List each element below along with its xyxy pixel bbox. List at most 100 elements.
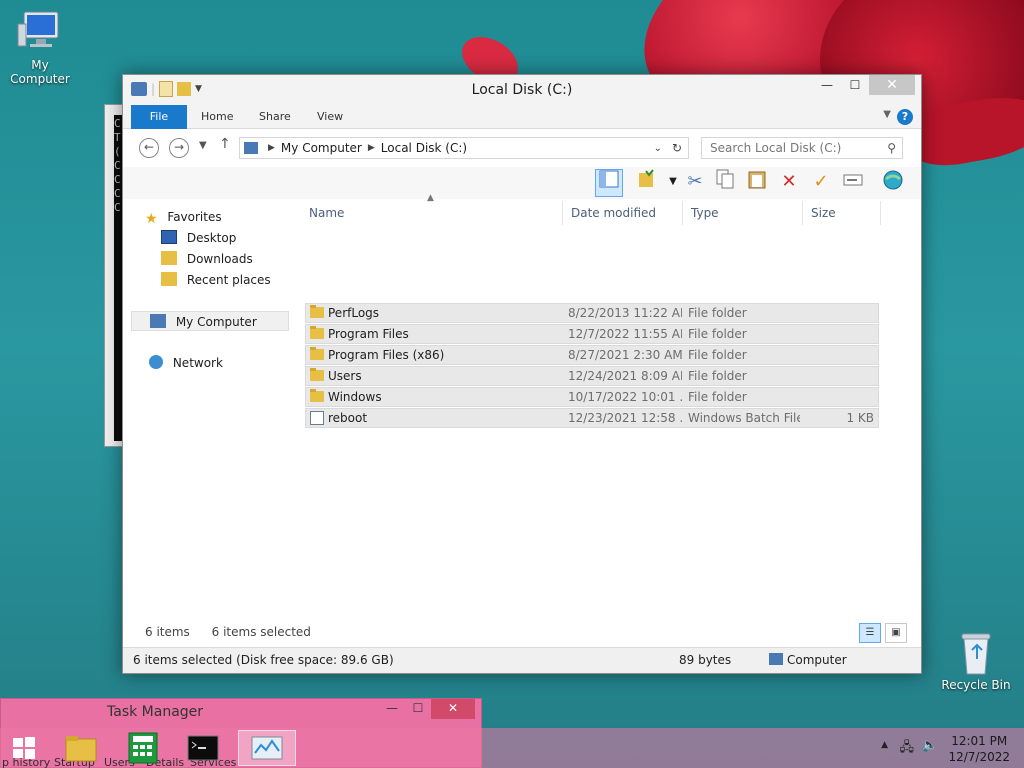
computer-icon [16,10,64,56]
refresh-icon[interactable]: ↻ [672,141,682,155]
nav-label[interactable]: My Computer [176,315,257,329]
desktop: My Computer Recycle Bin C T ( C C C C | … [0,0,1024,768]
nav-network[interactable]: Network [123,353,289,373]
file-row[interactable]: PerfLogs 8/22/2013 11:22 AM File folder [305,303,879,323]
network-icon [149,355,163,369]
folder-icon [310,368,324,381]
clock[interactable]: 12:01 PM 12/7/2022 [948,733,1010,765]
nav-recent-places[interactable]: Recent places [123,270,289,290]
large-icons-view-icon[interactable]: ▣ [885,623,907,643]
folder-options-icon[interactable] [633,169,661,197]
nav-label: Downloads [186,252,253,266]
search-input[interactable]: Search Local Disk (C:) ⚲ [701,137,903,159]
status-selection: 6 items selected (Disk free space: 89.6 … [133,653,394,667]
up-button[interactable]: ↑ [219,136,231,152]
column-date-modified[interactable]: Date modified [563,201,683,225]
address-bar[interactable]: ▶ My Computer ▶ Local Disk (C:) ⌄ ↻ [239,137,689,159]
file-date: 8/27/2021 2:30 AM [568,348,682,362]
taskbar-explorer[interactable] [52,730,110,766]
title-bar[interactable]: | ▼ Local Disk (C:) — ☐ ✕ [123,75,921,105]
file-date: 8/22/2013 11:22 AM [568,306,682,320]
nav-favorites[interactable]: ★ Favorites [123,207,289,227]
file-row[interactable]: Users 12/24/2021 8:09 AM File folder [305,366,879,386]
recent-places-icon [161,272,177,286]
folder-icon [310,326,324,339]
forward-button[interactable]: → [169,138,189,158]
file-type: File folder [688,348,747,362]
file-row[interactable]: Program Files (x86) 8/27/2021 2:30 AM Fi… [305,345,879,365]
chevron-right-icon[interactable]: ▶ [268,143,275,153]
item-count-label: 6 items [145,625,190,639]
file-row[interactable]: Windows 10/17/2022 10:01 ... File folder [305,387,879,407]
window-controls: — ☐ ✕ [813,75,915,95]
address-dropdown-icon[interactable]: ⌄ [654,143,662,154]
file-name: Program Files [328,327,409,341]
star-icon: ★ [145,211,158,227]
volume-icon[interactable]: 🔈 [922,738,938,753]
column-type[interactable]: Type [683,201,803,225]
delete-icon[interactable]: ✕ [775,169,803,197]
maximize-button[interactable]: ☐ [841,75,869,95]
folder-icon [65,736,97,762]
minimize-button[interactable]: — [813,75,841,95]
clock-date: 12/7/2022 [948,750,1010,764]
chevron-right-icon[interactable]: ▶ [368,143,375,153]
paste-icon[interactable] [743,169,771,197]
file-date: 12/7/2022 11:55 AM [568,327,682,341]
recycle-bin-icon [952,630,1000,676]
copy-icon[interactable] [711,169,739,197]
window-title: Local Disk (C:) [471,82,573,98]
cut-icon[interactable]: ✂ [681,169,709,197]
details-view-icon[interactable]: ☰ [859,623,881,643]
folder-icon [310,389,324,402]
computer-small-icon [769,648,783,672]
minimize-button[interactable]: — [379,699,405,719]
folder-icon [310,347,324,360]
taskbar-task-manager[interactable] [238,730,296,766]
downloads-icon [161,251,177,265]
address-row: ← → ▼ ↑ ▶ My Computer ▶ Local Disk (C:) … [123,131,921,165]
network-status-icon[interactable]: 🖧 [900,738,915,760]
folder-icon [310,305,324,318]
rename-icon[interactable] [839,169,867,197]
taskbar-command-prompt[interactable] [174,730,232,766]
file-row[interactable]: Program Files 12/7/2022 11:55 AM File fo… [305,324,879,344]
tab-home[interactable]: Home [201,105,233,129]
search-icon[interactable]: ⚲ [887,138,896,158]
back-button[interactable]: ← [139,138,159,158]
terminal-icon [187,735,219,761]
nav-desktop[interactable]: Desktop [123,228,289,248]
help-icon[interactable]: ? [897,109,913,125]
desktop-icon-my-computer[interactable]: My Computer [0,10,80,86]
column-size[interactable]: Size [803,201,881,225]
close-button[interactable]: ✕ [431,699,475,719]
taskbar-calculator[interactable] [114,730,172,766]
file-type: File folder [688,369,747,383]
start-button[interactable] [0,730,48,766]
check-icon[interactable]: ✓ [807,169,835,197]
file-type: File folder [688,390,747,404]
column-name[interactable]: Name [301,201,563,225]
recent-locations-icon[interactable]: ▼ [199,140,207,151]
file-row[interactable]: reboot 12/23/2021 12:58 ... Windows Batc… [305,408,879,428]
close-button[interactable]: ✕ [869,75,915,95]
nav-downloads[interactable]: Downloads [123,249,289,269]
nav-my-computer[interactable]: My Computer [131,311,289,331]
file-name: Program Files (x86) [328,348,445,362]
tab-view[interactable]: View [317,105,343,129]
nav-label: Desktop [186,231,237,245]
globe-icon[interactable] [879,169,907,197]
navigation-pane: ★ Favorites Desktop Downloads Recent pla… [123,201,293,621]
maximize-button[interactable]: ☐ [405,699,431,719]
tab-share[interactable]: Share [259,105,291,129]
show-hidden-icons-icon[interactable]: ▲ [881,740,888,750]
preview-pane-icon[interactable] [595,169,623,197]
breadcrumb-my-computer[interactable]: My Computer [281,141,362,155]
desktop-icon-recycle-bin[interactable]: Recycle Bin [936,630,1016,692]
explorer-window[interactable]: | ▼ Local Disk (C:) — ☐ ✕ File Home Shar… [122,74,922,674]
window-controls: — ☐ ✕ [379,699,475,719]
breadcrumb-local-disk[interactable]: Local Disk (C:) [381,141,467,155]
status-location: Computer [787,653,847,667]
expand-ribbon-icon[interactable]: ▼ [883,109,891,120]
tab-file[interactable]: File [131,105,187,129]
